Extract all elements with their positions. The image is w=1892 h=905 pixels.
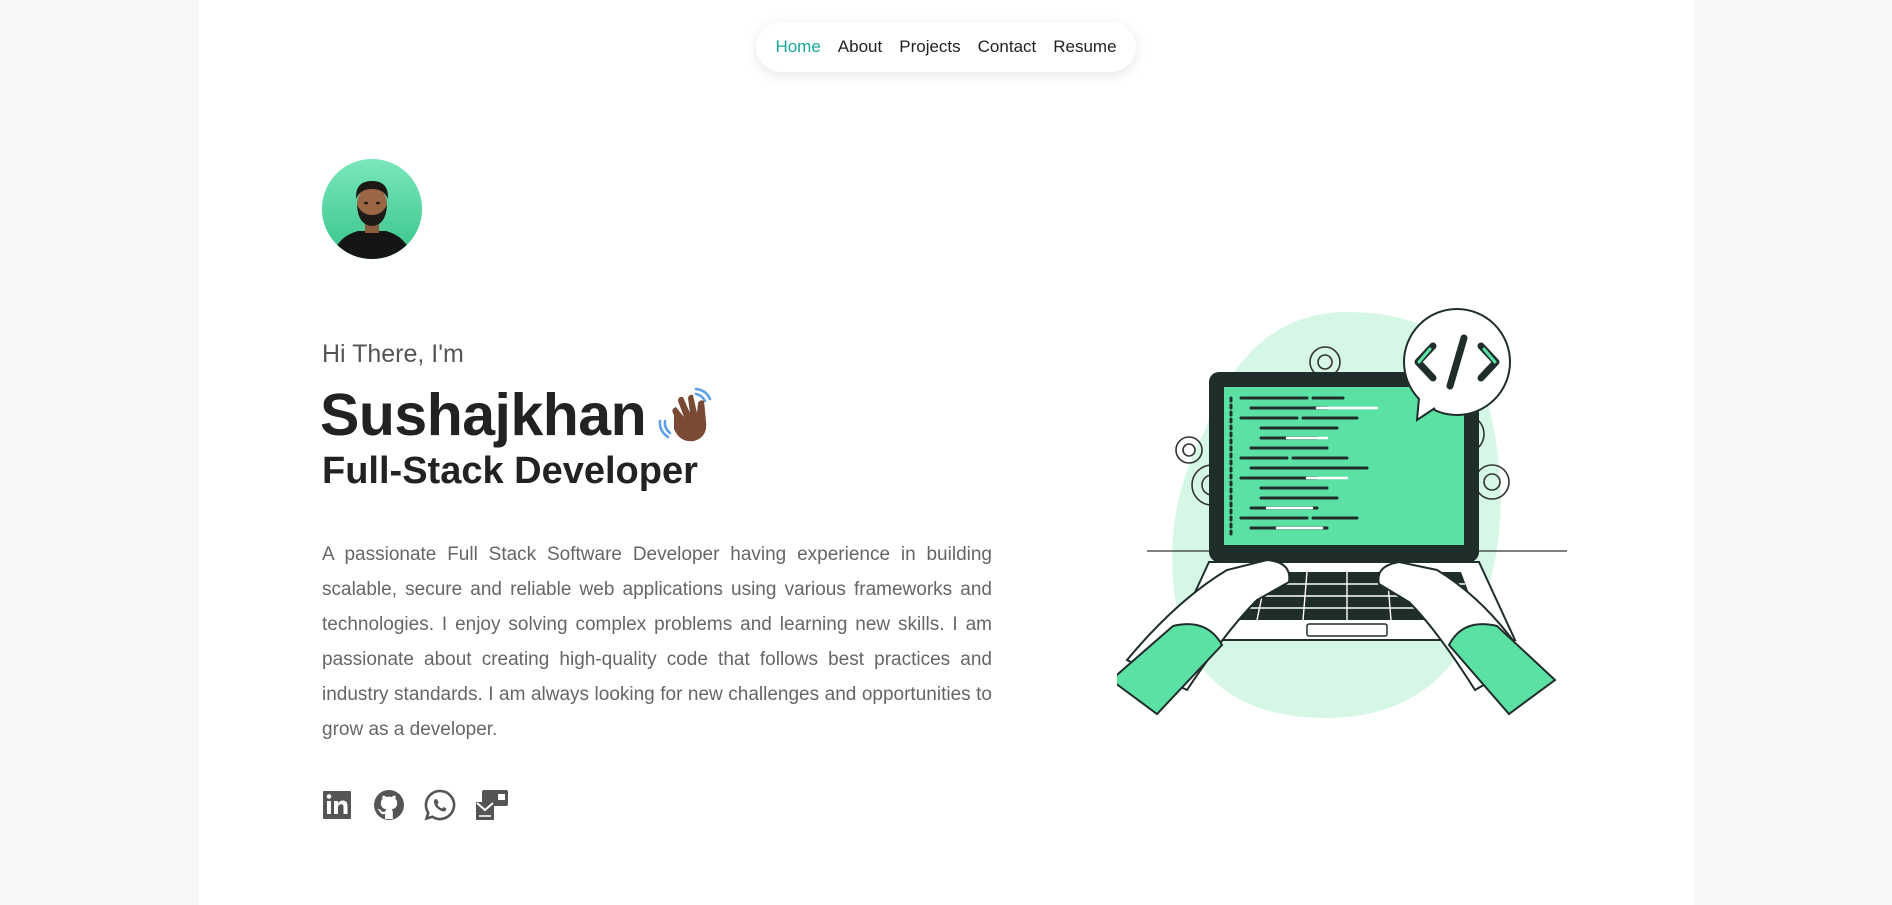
nav-resume[interactable]: Resume [1053,37,1116,57]
greeting-text: Hi There, I'm [322,340,464,368]
whatsapp-icon[interactable] [423,788,457,822]
name-text: Sushajkhan [320,382,647,448]
developer-laptop-illustration [1117,308,1567,719]
nav-about[interactable]: About [838,37,882,57]
avatar-portrait [322,159,422,259]
waving-hand-icon [658,387,712,442]
hero-name: Sushajkhan [320,381,716,449]
bio-paragraph: A passionate Full Stack Software Develop… [322,544,992,740]
mail-icon[interactable] [474,788,510,822]
nav-home[interactable]: Home [775,37,820,57]
nav-contact[interactable]: Contact [978,37,1037,57]
social-links [321,788,510,822]
avatar [322,159,422,259]
role-title: Full-Stack Developer [322,450,698,492]
page-container: Home About Projects Contact Resume Hi Th… [199,0,1694,905]
nav-projects[interactable]: Projects [899,37,960,57]
linkedin-icon[interactable] [321,788,355,822]
top-nav: Home About Projects Contact Resume [756,22,1136,72]
github-icon[interactable] [372,788,406,822]
